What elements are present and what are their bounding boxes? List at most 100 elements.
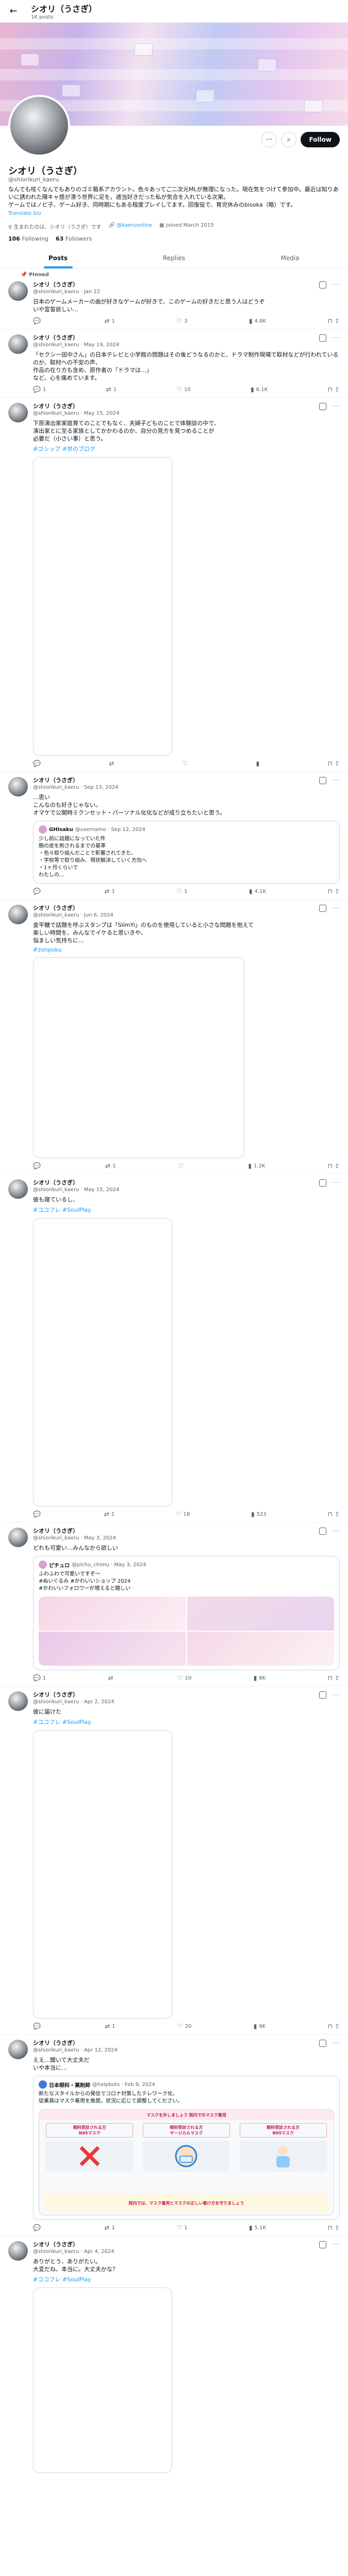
post-item[interactable]: シオリ（うさぎ） @shiorikuri_kaeru · Apr 4, 2024… bbox=[0, 2236, 348, 2476]
bookmark-share-buttons[interactable]: ⊓ ⇪ bbox=[328, 317, 340, 325]
repost-button[interactable]: ⇄ 1 bbox=[104, 2224, 114, 2231]
grok-icon[interactable] bbox=[319, 2241, 326, 2248]
views-button[interactable]: ▮ 5.1K bbox=[249, 2224, 266, 2231]
bookmark-share-buttons[interactable]: ⊓ ⇪ bbox=[328, 1162, 340, 1170]
like-button[interactable]: ♡ 18 bbox=[176, 1511, 190, 1518]
post-item[interactable]: シオリ（うさぎ） @shiorikuri_kaeru · May 19, 202… bbox=[0, 329, 348, 398]
post-hashtags[interactable]: #ココフレ #SoulPlay bbox=[33, 1206, 340, 1214]
quoted-post[interactable]: 日本眼科・薬剤師 @helpbots · Feb 9, 2024 新たなスタイル… bbox=[33, 2076, 340, 2220]
post-avatar[interactable] bbox=[8, 1691, 28, 1711]
views-button[interactable]: ▮ 4.8K bbox=[249, 317, 266, 325]
views-button[interactable]: ▮ 1.2K bbox=[248, 1162, 265, 1170]
following-link[interactable]: 106 Following bbox=[8, 235, 48, 242]
post-item[interactable]: 📌 Pinned シオリ（うさぎ） @shiorikuri_kaeru · Ja… bbox=[0, 269, 348, 329]
grok-icon[interactable] bbox=[319, 905, 326, 912]
like-button[interactable]: ♡ 1 bbox=[176, 888, 187, 895]
post-item[interactable]: シオリ（うさぎ） @shiorikuri_kaeru · Apr 2, 2024… bbox=[0, 1686, 348, 2035]
views-button[interactable]: ▮ bbox=[256, 760, 262, 767]
quoted-post[interactable]: ピチュロ @pichu_chimu · May 3, 2024 ふわふわで可愛い… bbox=[33, 1556, 340, 1670]
post-media-image[interactable] bbox=[33, 1730, 172, 2019]
views-button[interactable]: ▮ 4.1K bbox=[249, 888, 266, 895]
post-item[interactable]: シオリ（うさぎ） @shiorikuri_kaeru · Jun 6, 2024… bbox=[0, 900, 348, 1174]
reply-button[interactable]: 💬 1 bbox=[33, 386, 46, 393]
plush-photo[interactable] bbox=[39, 1597, 186, 1631]
grok-icon[interactable] bbox=[319, 2040, 326, 2047]
like-button[interactable]: ♡ 1 bbox=[176, 2224, 187, 2231]
post-avatar[interactable] bbox=[8, 2040, 28, 2059]
more-options-button[interactable]: ··· bbox=[261, 132, 277, 147]
reply-button[interactable]: 💬 bbox=[33, 2224, 43, 2231]
quoted-post[interactable]: GHIsaku @username · Sep 12, 2024 少し前に話題に… bbox=[33, 821, 340, 884]
post-hashtags[interactable]: #zonpoku bbox=[33, 946, 340, 953]
post-item[interactable]: シオリ（うさぎ） @shiorikuri_kaeru · May 15, 202… bbox=[0, 398, 348, 772]
bookmark-share-buttons[interactable]: ⊓ ⇪ bbox=[328, 1511, 340, 1518]
reply-button[interactable]: 💬 bbox=[33, 1162, 43, 1170]
repost-button[interactable]: ⇄ 1 bbox=[105, 1162, 115, 1170]
bookmark-share-buttons[interactable]: ⊓ ⇪ bbox=[328, 2023, 340, 2030]
post-more-icon[interactable]: ··· bbox=[333, 2040, 340, 2047]
post-media-image[interactable] bbox=[33, 2287, 172, 2473]
post-more-icon[interactable]: ··· bbox=[333, 281, 340, 289]
post-author-name[interactable]: シオリ（うさぎ） bbox=[33, 905, 78, 911]
post-author-name[interactable]: シオリ（うさぎ） bbox=[33, 2040, 78, 2046]
post-author-name[interactable]: シオリ（うさぎ） bbox=[33, 403, 78, 410]
reply-button[interactable]: 💬 bbox=[33, 1511, 43, 1518]
post-hashtags[interactable]: #ココフレ #SoulPlay bbox=[33, 2275, 340, 2283]
post-more-icon[interactable]: ··· bbox=[333, 1179, 340, 1187]
repost-button[interactable]: ⇄ 1 bbox=[105, 2023, 115, 2030]
like-button[interactable]: ♡ 3 bbox=[176, 317, 187, 325]
post-more-icon[interactable]: ··· bbox=[333, 777, 340, 784]
post-avatar[interactable] bbox=[8, 334, 28, 354]
post-avatar[interactable] bbox=[8, 2241, 28, 2261]
quoted-media-grid[interactable] bbox=[39, 1597, 334, 1666]
bookmark-share-buttons[interactable]: ⊓ ⇪ bbox=[328, 1674, 340, 1682]
followers-link[interactable]: 63 Followers bbox=[56, 235, 92, 242]
repost-button[interactable]: ⇄ bbox=[108, 1674, 115, 1682]
like-button[interactable]: ♡ bbox=[178, 1162, 186, 1170]
mask-infographic-image[interactable]: マスクを外しましょう 院内でのマスク着用 眼科受診される方 N95マスク 眼科受診… bbox=[39, 2109, 334, 2215]
post-more-icon[interactable]: ··· bbox=[333, 1528, 340, 1535]
profile-avatar[interactable] bbox=[8, 95, 70, 157]
post-author-name[interactable]: シオリ（うさぎ） bbox=[33, 2241, 78, 2248]
post-more-icon[interactable]: ··· bbox=[333, 334, 340, 342]
post-avatar[interactable] bbox=[8, 1179, 28, 1199]
repost-button[interactable]: ⇄ bbox=[109, 760, 116, 767]
repost-button[interactable]: ⇄ 1 bbox=[104, 888, 114, 895]
back-arrow-icon[interactable]: ← bbox=[7, 6, 20, 16]
tab-replies[interactable]: Replies bbox=[116, 247, 232, 268]
post-author-name[interactable]: シオリ（うさぎ） bbox=[33, 1179, 78, 1186]
post-more-icon[interactable]: ··· bbox=[333, 905, 340, 912]
post-hashtags[interactable]: #ココフレ #SoulPlay bbox=[33, 1718, 340, 1726]
reply-button[interactable]: 💬 1 bbox=[33, 1674, 46, 1682]
views-button[interactable]: ▮ 9K bbox=[254, 2023, 266, 2030]
grok-icon[interactable] bbox=[319, 403, 326, 410]
plush-photo[interactable] bbox=[187, 1632, 334, 1666]
repost-button[interactable]: ⇄ 1 bbox=[104, 317, 114, 325]
translate-bio-link[interactable]: Translate bio bbox=[8, 210, 340, 217]
grok-icon[interactable] bbox=[319, 334, 326, 342]
post-hashtags[interactable]: #ゴシップ #世のブログ bbox=[33, 445, 340, 453]
like-button[interactable]: ♡ 10 bbox=[177, 1674, 192, 1682]
tab-posts[interactable]: Posts bbox=[0, 247, 116, 268]
post-avatar[interactable] bbox=[8, 403, 28, 422]
post-author-name[interactable]: シオリ（うさぎ） bbox=[33, 777, 78, 784]
post-item[interactable]: シオリ（うさぎ） @shiorikuri_kaeru · Apr 12, 202… bbox=[0, 2035, 348, 2236]
plush-photo[interactable] bbox=[187, 1597, 334, 1631]
bookmark-share-buttons[interactable]: ⊓ ⇪ bbox=[328, 888, 340, 895]
post-avatar[interactable] bbox=[8, 1528, 28, 1547]
grok-icon[interactable] bbox=[319, 1179, 326, 1187]
post-item[interactable]: シオリ（うさぎ） @shiorikuri_kaeru · Sep 13, 202… bbox=[0, 772, 348, 900]
post-avatar[interactable] bbox=[8, 777, 28, 796]
bookmark-share-buttons[interactable]: ⊓ ⇪ bbox=[328, 2224, 340, 2231]
post-more-icon[interactable]: ··· bbox=[333, 1691, 340, 1699]
post-media-image[interactable] bbox=[33, 1218, 172, 1506]
views-button[interactable]: ▮ 8K bbox=[254, 1674, 266, 1682]
like-button[interactable]: ♡ 10 bbox=[176, 386, 191, 393]
reply-button[interactable]: 💬 bbox=[33, 888, 43, 895]
reply-button[interactable]: 💬 bbox=[33, 317, 43, 325]
reply-button[interactable]: 💬 bbox=[33, 760, 43, 767]
post-avatar[interactable] bbox=[8, 281, 28, 301]
post-media-image[interactable] bbox=[33, 457, 172, 756]
follow-button[interactable]: Follow bbox=[301, 132, 340, 147]
views-button[interactable]: ▮ 523 bbox=[251, 1511, 267, 1518]
